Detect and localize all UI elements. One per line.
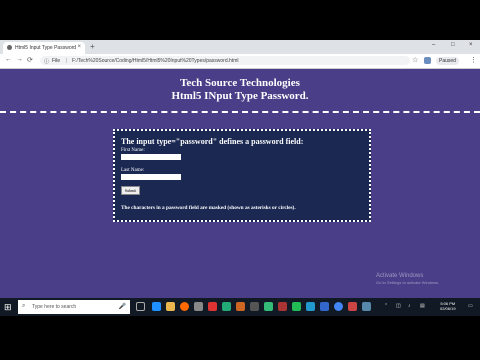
taskbar-search-placeholder: Type here to search [32, 304, 77, 310]
maximize-button[interactable]: □ [451, 42, 455, 48]
task-view-icon[interactable] [136, 302, 145, 311]
calculator-icon[interactable] [194, 302, 203, 311]
bookmark-star-icon[interactable]: ☆ [412, 56, 418, 64]
extension-icon[interactable] [424, 57, 431, 64]
microphone-icon[interactable]: 🎤 [119, 303, 126, 310]
page-header: Tech Source Technologies Html5 INput Typ… [0, 68, 480, 113]
password-note: The characters in a password field are m… [121, 205, 296, 211]
letterbox-top [0, 0, 480, 40]
word-icon[interactable] [320, 302, 329, 311]
submit-button[interactable]: Submit [121, 186, 140, 195]
back-button[interactable]: ← [5, 56, 12, 63]
tray-chevron-icon[interactable]: ⌃ [384, 303, 388, 309]
scheme-label: File [52, 58, 61, 64]
reload-button[interactable]: ⟳ [27, 56, 33, 64]
forward-button[interactable]: → [16, 56, 23, 63]
tab-close-icon[interactable]: × [77, 44, 81, 50]
chrome-icon[interactable] [334, 302, 343, 311]
network-icon[interactable]: ◫ [396, 303, 401, 309]
app-icon-blue[interactable] [306, 302, 315, 311]
volume-icon[interactable]: ♪ [408, 303, 411, 309]
app-icon-pink[interactable] [348, 302, 357, 311]
app-icon-darkred[interactable] [278, 302, 287, 311]
form-heading: The input type="password" defines a pass… [121, 137, 304, 146]
info-icon[interactable]: ⓘ [44, 58, 49, 65]
windows-start-icon[interactable]: ⊞ [4, 302, 14, 312]
tab-title: Html5 Input Type Password [15, 45, 77, 51]
clock-date: 02/06/19 [440, 306, 456, 311]
search-icon: ⌕ [22, 303, 26, 309]
browser-menu-icon[interactable]: ⋮ [470, 56, 477, 64]
app-icon-green[interactable] [222, 302, 231, 311]
file-explorer-icon[interactable] [166, 302, 175, 311]
minimize-button[interactable]: – [432, 42, 435, 48]
notepad-icon[interactable] [264, 302, 273, 311]
first-name-label: First Name: [121, 148, 145, 153]
taskbar: ⊞ ⌕ Type here to search 🎤 ⌃ ◫ ♪ ▤ 5:06 P… [0, 298, 480, 316]
scheme-separator: | [66, 58, 68, 64]
close-window-button[interactable]: × [469, 42, 473, 48]
url-text[interactable]: F:/Tech%20Source/Coding/Html5/Html5%20In… [72, 58, 238, 64]
profile-paused-button[interactable]: Paused [436, 57, 459, 65]
password-form-box: The input type="password" defines a pass… [113, 129, 371, 222]
last-name-label: Last Name: [121, 168, 145, 173]
app-icon-gray[interactable] [250, 302, 259, 311]
address-bar: ← → ⟳ ⓘ File | F:/Tech%20Source/Coding/H… [0, 54, 480, 69]
spreadsheet-icon[interactable] [292, 302, 301, 311]
page-title: Tech Source Technologies [180, 77, 300, 89]
watermark-subtitle: Go to Settings to activate Windows. [376, 280, 440, 285]
firefox-icon[interactable] [180, 302, 189, 311]
last-name-input[interactable] [121, 174, 181, 180]
watermark-title: Activate Windows [376, 273, 424, 279]
activate-windows-watermark: Activate Windows Go to Settings to activ… [376, 273, 439, 285]
notifications-icon[interactable]: ▭ [468, 303, 473, 309]
globe-icon [7, 45, 12, 50]
omnibox[interactable]: ⓘ File | F:/Tech%20Source/Coding/Html5/H… [40, 56, 410, 65]
browser-tab[interactable]: Html5 Input Type Password × [3, 42, 85, 54]
app-icon-red[interactable] [208, 302, 217, 311]
screen: Html5 Input Type Password × + – □ × ← → … [0, 40, 480, 316]
page-subtitle: Html5 INput Type Password. [171, 90, 309, 102]
taskbar-search-box[interactable]: ⌕ Type here to search 🎤 [18, 300, 130, 314]
tab-strip: Html5 Input Type Password × + – □ × [0, 40, 480, 54]
edge-icon[interactable] [152, 302, 161, 311]
first-name-input[interactable] [121, 154, 181, 160]
letterbox-bottom [0, 316, 480, 360]
app-icon-orange[interactable] [236, 302, 245, 311]
system-clock[interactable]: 5:06 PM 02/06/19 [440, 301, 456, 311]
app-icon-steel[interactable] [362, 302, 371, 311]
new-tab-button[interactable]: + [90, 42, 95, 51]
keyboard-icon[interactable]: ▤ [420, 303, 425, 309]
